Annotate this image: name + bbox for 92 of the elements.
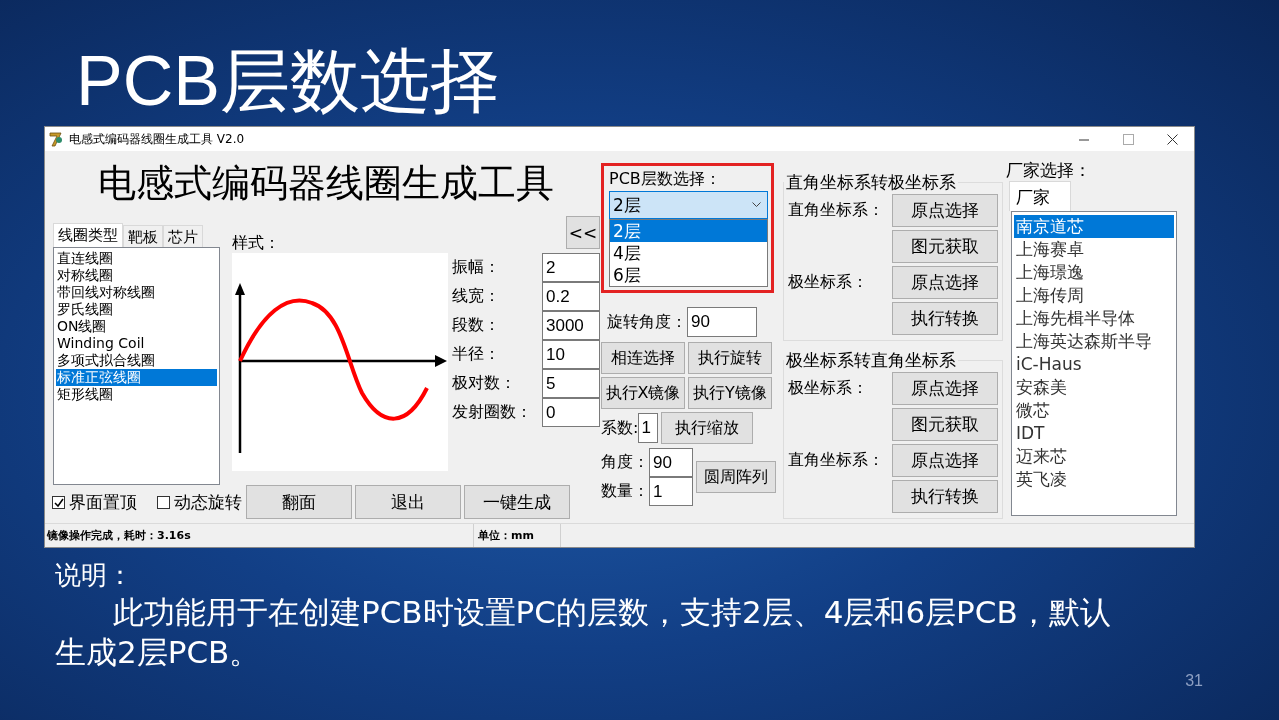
page-number: 31 (1185, 672, 1203, 690)
vendor-label: 厂家选择： (1006, 159, 1092, 181)
list-item[interactable]: IDT (1014, 422, 1174, 445)
coordinate-button[interactable]: 图元获取 (892, 408, 998, 441)
list-item[interactable]: ON线圈 (56, 318, 217, 335)
input-field[interactable]: 10 (542, 340, 600, 369)
scale-label: 系数: (601, 417, 639, 439)
tab[interactable]: 靶板 (123, 225, 163, 247)
list-item[interactable]: 上海先楫半导体 (1014, 307, 1174, 330)
coordinate-label: 极坐标系： (788, 378, 869, 399)
style-label: 样式： (232, 233, 281, 253)
coordinate-button[interactable]: 执行转换 (892, 480, 998, 513)
window-title: 电感式编码器线圈生成工具 V2.0 (69, 130, 246, 148)
list-item[interactable]: 直连线圈 (56, 250, 217, 267)
list-item[interactable]: Winding Coil (56, 335, 217, 352)
list-item[interactable]: 上海赛卓 (1014, 238, 1174, 261)
list-item[interactable]: 英飞凌 (1014, 468, 1174, 491)
status-message: 镜像操作完成，耗时：3.16s (45, 528, 192, 543)
list-item[interactable]: 罗氏线圈 (56, 301, 217, 318)
parameter-label: 半径： (452, 344, 501, 365)
layer-dropdown[interactable]: 2层 (609, 191, 768, 219)
list-item[interactable]: 上海传周 (1014, 284, 1174, 307)
dropdown-option[interactable]: 6层 (610, 264, 767, 286)
array-label: 角度： (601, 452, 649, 473)
list-item[interactable]: 多项式拟合线圈 (56, 352, 217, 369)
slide-title: PCB层数选择 (76, 44, 501, 118)
parameter-label: 发射圈数： (452, 402, 533, 423)
close-icon[interactable] (1166, 133, 1178, 145)
checkbox[interactable] (157, 495, 170, 509)
tab[interactable]: 芯片 (163, 225, 203, 247)
coordinate-button[interactable]: 执行转换 (892, 302, 998, 335)
transform-button[interactable]: 相连选择 (601, 342, 685, 374)
coordinate-label: 极坐标系： (788, 272, 869, 293)
input-field[interactable]: 90 (687, 307, 757, 337)
parameter-label: 线宽： (452, 286, 501, 307)
coordinate-button[interactable]: 原点选择 (892, 194, 998, 227)
list-item[interactable]: 标准正弦线圈 (56, 369, 217, 386)
list-item[interactable]: 上海璟逸 (1014, 261, 1174, 284)
tab[interactable]: 厂家 (1009, 181, 1071, 211)
group-title: 直角坐标系转极坐标系 (785, 171, 957, 194)
coordinate-label: 直角坐标系： (788, 200, 885, 221)
rotation-label: 旋转角度： (607, 311, 687, 333)
app-heading: 电感式编码器线圈生成工具 (97, 160, 555, 207)
action-button[interactable]: 翻面 (246, 485, 352, 519)
input-field[interactable]: 1 (649, 477, 693, 506)
list-item[interactable]: 南京道芯 (1014, 215, 1174, 238)
list-item[interactable]: 微芯 (1014, 399, 1174, 422)
tab[interactable]: 线圈类型 (53, 223, 123, 247)
coordinate-label: 直角坐标系： (788, 450, 885, 471)
list-item[interactable]: 带回线对称线圈 (56, 284, 217, 301)
transform-button[interactable]: 执行X镜像 (601, 377, 685, 409)
parameter-label: 极对数： (452, 373, 517, 394)
coordinate-button[interactable]: 原点选择 (892, 444, 998, 477)
input-field[interactable]: 3000 (542, 311, 600, 340)
dropdown-option[interactable]: 2层 (610, 220, 767, 242)
group-title: 极坐标系转直角坐标系 (785, 349, 957, 372)
input-field[interactable]: 1 (638, 413, 659, 443)
transform-button[interactable]: 执行Y镜像 (688, 377, 772, 409)
checkbox-label: 动态旋转 (174, 490, 242, 514)
parameter-label: 振幅： (452, 257, 501, 278)
list-item[interactable]: 矩形线圈 (56, 386, 217, 403)
chevron-down-icon (752, 202, 761, 208)
transform-button[interactable]: 执行旋转 (688, 342, 772, 374)
list-item[interactable]: 安森美 (1014, 376, 1174, 399)
input-field[interactable]: 0 (542, 398, 600, 427)
circular-array-button[interactable]: 圆周阵列 (696, 461, 776, 493)
checkbox[interactable] (52, 495, 65, 509)
input-field[interactable]: 90 (649, 448, 693, 477)
caption-heading: 说明： (55, 559, 134, 592)
action-button[interactable]: 退出 (355, 485, 461, 519)
list-item[interactable]: 上海英达森斯半导 (1014, 330, 1174, 353)
array-label: 数量： (601, 481, 649, 502)
dropdown-value: 2层 (613, 193, 641, 217)
pcb-layer-label: PCB层数选择： (609, 169, 722, 190)
input-field[interactable]: 0.2 (542, 282, 600, 311)
dropdown-option[interactable]: 4层 (610, 242, 767, 264)
action-button[interactable]: 一键生成 (464, 485, 570, 519)
input-field[interactable]: 2 (542, 253, 600, 282)
parameter-label: 段数： (452, 315, 501, 336)
list-item[interactable]: 迈来芯 (1014, 445, 1174, 468)
list-item[interactable]: iC-Haus (1014, 353, 1174, 376)
unit-label: 单位：mm (473, 524, 561, 547)
coordinate-button[interactable]: 原点选择 (892, 266, 998, 299)
coordinate-button[interactable]: 原点选择 (892, 372, 998, 405)
collapse-button[interactable]: << (566, 216, 600, 249)
checkbox-label: 界面置顶 (69, 490, 137, 514)
list-item[interactable]: 对称线圈 (56, 267, 217, 284)
caption-text: 此功能用于在创建PCB时设置PC的层数，支持2层、4层和6层PCB，默认生成2层PCB。 (55, 593, 1112, 672)
input-field[interactable]: 5 (542, 369, 600, 398)
scale-button[interactable]: 执行缩放 (661, 412, 754, 444)
coordinate-button[interactable]: 图元获取 (892, 230, 998, 263)
app-logo-icon (49, 131, 63, 147)
